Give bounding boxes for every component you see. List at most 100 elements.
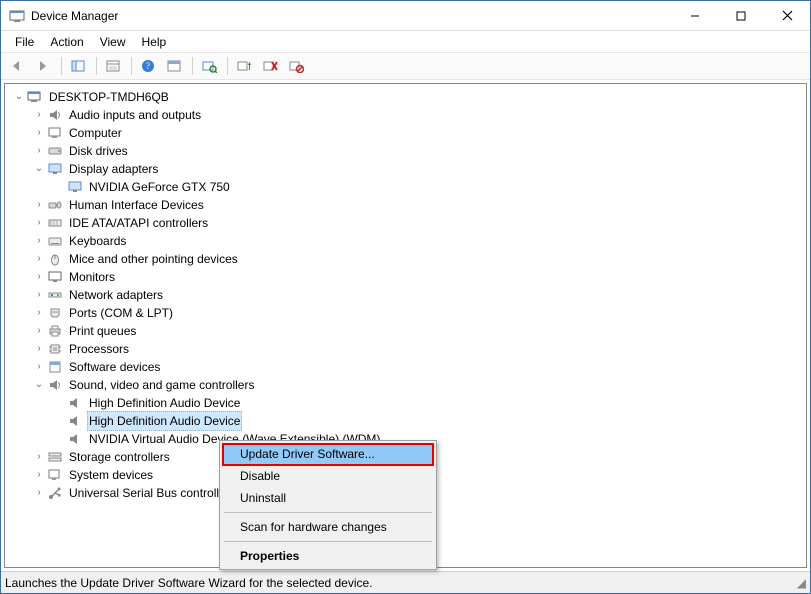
context-separator	[224, 541, 432, 542]
toolbar-separator	[61, 57, 62, 75]
tree-node-label: Human Interface Devices	[67, 196, 206, 214]
resize-grip-icon[interactable]: ◢	[788, 576, 806, 590]
speaker-icon	[67, 431, 83, 447]
tree-node-label: IDE ATA/ATAPI controllers	[67, 214, 210, 232]
tree-node-label: Ports (COM & LPT)	[67, 304, 175, 322]
tree-node-label: Universal Serial Bus controllers	[67, 484, 238, 502]
tree-node-label: System devices	[67, 466, 155, 484]
toolbar-show-hide-tree-button[interactable]	[66, 55, 90, 77]
menu-file[interactable]: File	[7, 33, 42, 51]
chevron-right-icon[interactable]: ›	[33, 451, 45, 463]
tree-display-adapters[interactable]: ⌄ Display adapters	[7, 160, 806, 178]
toolbar: ?	[1, 52, 810, 80]
tree-node-label: Disk drives	[67, 142, 130, 160]
titlebar: Device Manager	[1, 1, 810, 31]
chevron-right-icon[interactable]: ›	[33, 325, 45, 337]
tree-print-queues[interactable]: › Print queues	[7, 322, 806, 340]
tree-node-label: High Definition Audio Device	[87, 411, 242, 431]
tree-node-label: Storage controllers	[67, 448, 172, 466]
close-button[interactable]	[764, 1, 810, 30]
chevron-right-icon[interactable]: ›	[33, 361, 45, 373]
toolbar-forward-button[interactable]	[31, 55, 55, 77]
window-title: Device Manager	[31, 9, 672, 23]
minimize-button[interactable]	[672, 1, 718, 30]
tree-display-child[interactable]: NVIDIA GeForce GTX 750	[7, 178, 806, 196]
chevron-right-icon[interactable]: ›	[33, 145, 45, 157]
menu-view[interactable]: View	[92, 33, 134, 51]
tree-hid[interactable]: › Human Interface Devices	[7, 196, 806, 214]
toolbar-update-driver-button[interactable]	[232, 55, 256, 77]
toolbar-separator	[96, 57, 97, 75]
chevron-right-icon[interactable]: ›	[33, 289, 45, 301]
tree-keyboards[interactable]: › Keyboards	[7, 232, 806, 250]
chevron-down-icon[interactable]: ⌄	[13, 91, 25, 103]
chevron-right-icon[interactable]: ›	[33, 127, 45, 139]
display-icon	[47, 161, 63, 177]
tree-ports[interactable]: › Ports (COM & LPT)	[7, 304, 806, 322]
chevron-right-icon[interactable]: ›	[33, 469, 45, 481]
chevron-right-icon[interactable]: ›	[33, 199, 45, 211]
svg-text:?: ?	[146, 61, 150, 71]
context-scan-hardware[interactable]: Scan for hardware changes	[222, 516, 434, 538]
chevron-down-icon[interactable]: ⌄	[33, 379, 45, 391]
menubar: File Action View Help	[1, 31, 810, 52]
maximize-button[interactable]	[718, 1, 764, 30]
toolbar-properties-button[interactable]	[101, 55, 125, 77]
tree-mice[interactable]: › Mice and other pointing devices	[7, 250, 806, 268]
toolbar-scan-hardware-button[interactable]	[197, 55, 221, 77]
usb-icon	[47, 485, 63, 501]
tree-node-label: Computer	[67, 124, 124, 142]
tree-sound-child-1[interactable]: High Definition Audio Device	[7, 394, 806, 412]
menu-help[interactable]: Help	[134, 33, 175, 51]
computer-icon	[47, 125, 63, 141]
chevron-right-icon[interactable]: ›	[33, 487, 45, 499]
chevron-right-icon[interactable]: ›	[33, 109, 45, 121]
toolbar-help-button[interactable]: ?	[136, 55, 160, 77]
context-properties[interactable]: Properties	[222, 545, 434, 567]
tree-node-label: DESKTOP-TMDH6QB	[47, 88, 171, 106]
chevron-right-icon[interactable]: ›	[33, 271, 45, 283]
tree-software-devices[interactable]: › Software devices	[7, 358, 806, 376]
toolbar-action-button[interactable]	[162, 55, 186, 77]
tree-monitors[interactable]: › Monitors	[7, 268, 806, 286]
context-update-driver[interactable]: Update Driver Software...	[222, 443, 434, 465]
chevron-right-icon[interactable]: ›	[33, 253, 45, 265]
network-icon	[47, 287, 63, 303]
chevron-right-icon[interactable]: ›	[33, 217, 45, 229]
toolbar-back-button[interactable]	[5, 55, 29, 77]
status-text: Launches the Update Driver Software Wiza…	[5, 576, 383, 590]
tree-sound-child-2-selected[interactable]: High Definition Audio Device	[7, 412, 806, 430]
tree-node-label: Mice and other pointing devices	[67, 250, 240, 268]
tree-audio-io[interactable]: › Audio inputs and outputs	[7, 106, 806, 124]
tree-root[interactable]: ⌄ DESKTOP-TMDH6QB	[7, 88, 806, 106]
display-icon	[67, 179, 83, 195]
app-icon	[9, 8, 25, 24]
tree-disk-drives[interactable]: › Disk drives	[7, 142, 806, 160]
tree-sound-controllers[interactable]: ⌄ Sound, video and game controllers	[7, 376, 806, 394]
toolbar-uninstall-button[interactable]	[258, 55, 282, 77]
chevron-right-icon[interactable]: ›	[33, 343, 45, 355]
tree-node-label: Audio inputs and outputs	[67, 106, 203, 124]
tree-computer[interactable]: › Computer	[7, 124, 806, 142]
context-uninstall[interactable]: Uninstall	[222, 487, 434, 509]
tree-ide[interactable]: › IDE ATA/ATAPI controllers	[7, 214, 806, 232]
chevron-right-icon[interactable]: ›	[33, 307, 45, 319]
toolbar-disable-button[interactable]	[284, 55, 308, 77]
context-menu: Update Driver Software... Disable Uninst…	[219, 440, 437, 570]
statusbar: Launches the Update Driver Software Wiza…	[1, 571, 810, 593]
tree-node-label: Network adapters	[67, 286, 165, 304]
cpu-icon	[47, 341, 63, 357]
computer-icon	[27, 89, 43, 105]
chevron-right-icon[interactable]: ›	[33, 235, 45, 247]
context-separator	[224, 512, 432, 513]
tree-network[interactable]: › Network adapters	[7, 286, 806, 304]
system-icon	[47, 467, 63, 483]
mouse-icon	[47, 251, 63, 267]
tree-processors[interactable]: › Processors	[7, 340, 806, 358]
menu-action[interactable]: Action	[42, 33, 91, 51]
tree-node-label: High Definition Audio Device	[87, 394, 242, 412]
tree-node-label: Processors	[67, 340, 131, 358]
chevron-down-icon[interactable]: ⌄	[33, 163, 45, 175]
context-disable[interactable]: Disable	[222, 465, 434, 487]
software-icon	[47, 359, 63, 375]
